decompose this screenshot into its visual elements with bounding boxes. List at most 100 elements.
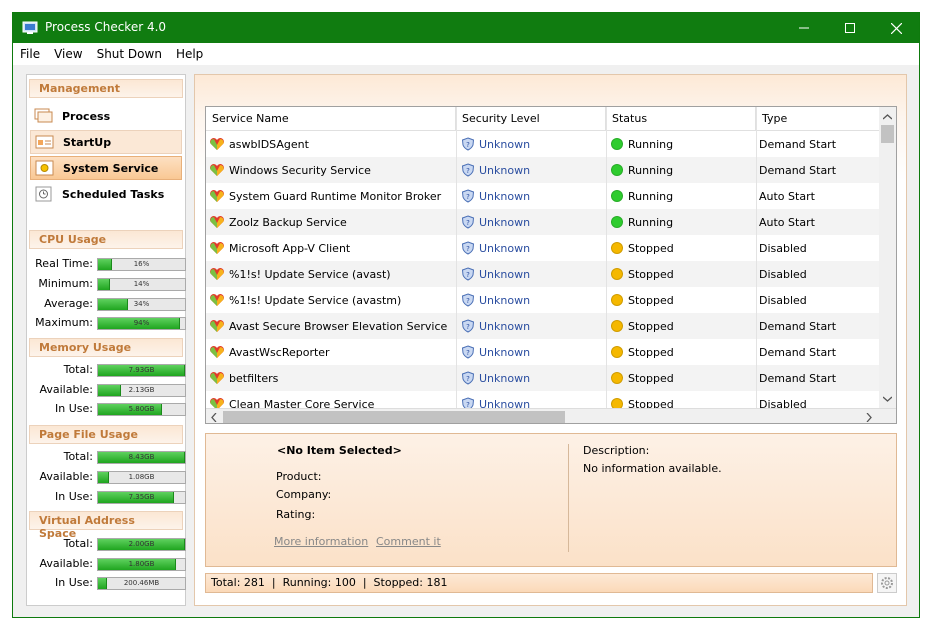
security-level-link[interactable]: Unknown xyxy=(479,242,530,255)
meter-bar: 7.35GB xyxy=(97,491,186,504)
column-header-service-name[interactable]: Service Name xyxy=(206,107,456,131)
service-type: Disabled xyxy=(759,267,807,281)
security-level-link[interactable]: Unknown xyxy=(479,320,530,333)
scroll-down-icon[interactable] xyxy=(883,396,892,402)
nav-startup[interactable]: StartUp xyxy=(30,130,182,154)
column-header-status[interactable]: Status xyxy=(606,107,756,131)
status-text: Stopped xyxy=(628,345,674,359)
meter-bar: 14% xyxy=(97,278,186,291)
security-level-cell: ? Unknown xyxy=(461,261,606,287)
table-row[interactable]: Microsoft App-V Client? Unknown Stopped Dis… xyxy=(206,235,880,261)
window-title: Process Checker 4.0 xyxy=(45,20,167,34)
menu-help[interactable]: Help xyxy=(176,47,203,61)
nav-system-service[interactable]: System Service xyxy=(30,156,182,180)
meter-value: 7.35GB xyxy=(128,493,155,501)
security-level-link[interactable]: Unknown xyxy=(479,164,530,177)
menu-bar: File View Shut Down Help xyxy=(13,43,919,65)
close-icon xyxy=(890,22,902,34)
shield-icon: ? xyxy=(461,189,475,203)
metric-label: In Use: xyxy=(55,576,93,589)
svg-text:?: ? xyxy=(466,271,470,279)
page-file-total: Total: 8.43GB xyxy=(27,449,186,465)
table-header: Service Name Security Level Status Type xyxy=(206,107,880,131)
security-level-link[interactable]: Unknown xyxy=(479,138,530,151)
service-type: Auto Start xyxy=(759,215,815,229)
service-name: aswbIDSAgent xyxy=(229,137,309,151)
vertical-scrollbar[interactable] xyxy=(879,107,896,409)
cpu-maximum: Maximum: 94% xyxy=(27,315,186,331)
memory-total: Total: 7.93GB xyxy=(27,362,186,378)
security-level-link[interactable]: Unknown xyxy=(479,346,530,359)
service-name: AvastWscReporter xyxy=(229,345,330,359)
table-row[interactable]: Zoolz Backup Service? Unknown Running Auto … xyxy=(206,209,880,235)
type-cell: Demand Start xyxy=(759,131,879,157)
meter-value: 16% xyxy=(133,260,150,268)
app-icon xyxy=(22,21,38,34)
close-button[interactable] xyxy=(873,13,919,43)
service-name: Avast Secure Browser Elevation Service xyxy=(229,319,448,333)
security-level-cell: ? Unknown xyxy=(461,235,606,261)
table-row[interactable]: %1!s! Update Service (avast)? Unknown Stop… xyxy=(206,261,880,287)
security-level-cell: ? Unknown xyxy=(461,157,606,183)
service-icon xyxy=(210,268,224,280)
more-information-link[interactable]: More information xyxy=(274,535,368,548)
comment-it-link[interactable]: Comment it xyxy=(376,535,441,548)
security-level-link[interactable]: Unknown xyxy=(479,268,530,281)
service-name-cell: Windows Security Service xyxy=(209,157,454,183)
scroll-up-icon[interactable] xyxy=(883,114,892,120)
app-window: Process Checker 4.0 File View Shut Down … xyxy=(12,12,920,618)
maximize-button[interactable] xyxy=(827,13,873,43)
table-row[interactable]: aswbIDSAgent? Unknown Running Demand Start xyxy=(206,131,880,157)
sidebar: Management Process StartUp System Servic… xyxy=(26,74,186,606)
status-cell: Stopped xyxy=(611,339,756,365)
table-row[interactable]: System Guard Runtime Monitor Broker? Unkn… xyxy=(206,183,880,209)
scroll-right-icon[interactable] xyxy=(866,413,872,422)
security-level-link[interactable]: Unknown xyxy=(479,216,530,229)
security-level-cell: ? Unknown xyxy=(461,313,606,339)
nav-scheduled-tasks[interactable]: Scheduled Tasks xyxy=(30,182,182,206)
svg-text:?: ? xyxy=(466,245,470,253)
status-cell: Running xyxy=(611,131,756,157)
scroll-left-icon[interactable] xyxy=(211,413,217,422)
shield-icon: ? xyxy=(461,371,475,385)
minimize-button[interactable] xyxy=(781,13,827,43)
menu-file[interactable]: File xyxy=(20,47,40,61)
rating-label: Rating: xyxy=(276,508,316,521)
service-type: Auto Start xyxy=(759,189,815,203)
title-bar[interactable]: Process Checker 4.0 xyxy=(13,13,919,43)
table-row[interactable]: Avast Secure Browser Elevation Service ? U… xyxy=(206,313,880,339)
service-name-cell: %1!s! Update Service (avastm) xyxy=(209,287,454,313)
security-level-link[interactable]: Unknown xyxy=(479,190,530,203)
nav-process[interactable]: Process xyxy=(30,104,182,128)
metric-label: Total: xyxy=(63,450,93,463)
nav-process-label: Process xyxy=(62,109,111,123)
vertical-scroll-thumb[interactable] xyxy=(881,125,894,143)
service-icon xyxy=(210,138,224,150)
svg-text:?: ? xyxy=(466,297,470,305)
process-icon xyxy=(34,108,53,123)
security-level-link[interactable]: Unknown xyxy=(479,372,530,385)
svg-text:?: ? xyxy=(466,375,470,383)
horizontal-scrollbar[interactable] xyxy=(206,408,896,423)
menu-shut-down[interactable]: Shut Down xyxy=(97,47,162,61)
cpu-usage-header: CPU Usage xyxy=(29,230,183,249)
meter-bar: 5.80GB xyxy=(97,403,186,416)
settings-button[interactable] xyxy=(877,573,897,593)
meter-bar: 94% xyxy=(97,317,186,330)
status-cell: Running xyxy=(611,157,756,183)
metric-label: Total: xyxy=(63,537,93,550)
horizontal-scroll-thumb[interactable] xyxy=(223,411,565,423)
column-header-type[interactable]: Type xyxy=(756,107,880,131)
table-row[interactable]: AvastWscReporter? Unknown Stopped Demand St… xyxy=(206,339,880,365)
metric-label: Real Time: xyxy=(35,257,93,270)
column-header-security-level[interactable]: Security Level xyxy=(456,107,606,131)
page-file-usage-header: Page File Usage xyxy=(29,425,183,444)
detail-panel: <No Item Selected> Product: Company: Rat… xyxy=(205,433,897,567)
service-icon xyxy=(210,372,224,384)
table-row[interactable]: betfilters? Unknown Stopped Demand Start xyxy=(206,365,880,391)
shield-icon: ? xyxy=(461,137,475,151)
menu-view[interactable]: View xyxy=(54,47,82,61)
table-row[interactable]: Windows Security Service? Unknown Running D… xyxy=(206,157,880,183)
table-row[interactable]: %1!s! Update Service (avastm)? Unknown Sto… xyxy=(206,287,880,313)
security-level-link[interactable]: Unknown xyxy=(479,294,530,307)
